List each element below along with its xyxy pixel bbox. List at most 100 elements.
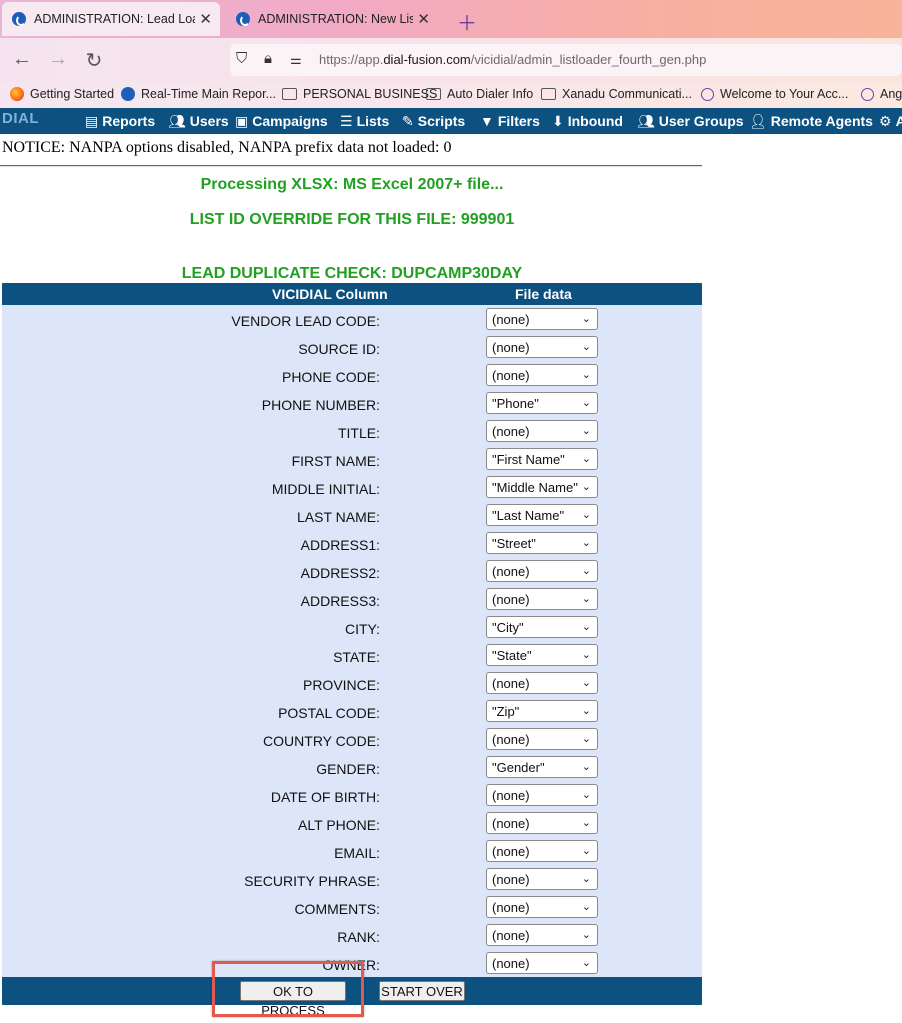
file-column-select[interactable]: "Zip" ⌄	[486, 700, 598, 722]
bookmark-ang[interactable]: Ang	[861, 87, 902, 101]
mapping-row: GENDER: "Gender" ⌄	[2, 755, 702, 783]
file-column-select[interactable]: (none) ⌄	[486, 672, 598, 694]
menu-lists[interactable]: ☰ Lists	[340, 113, 389, 130]
menu-user-groups[interactable]: 👥︎ User Groups	[637, 113, 744, 130]
mapping-row: ALT PHONE: (none) ⌄	[2, 811, 702, 839]
mapping-row: SECURITY PHRASE: (none) ⌄	[2, 867, 702, 895]
file-column-select[interactable]: "Street" ⌄	[486, 532, 598, 554]
mapping-row: COUNTRY CODE: (none) ⌄	[2, 727, 702, 755]
file-column-select[interactable]: (none) ⌄	[486, 308, 598, 330]
file-column-select[interactable]: (none) ⌄	[486, 896, 598, 918]
chevron-down-icon: ⌄	[581, 845, 591, 857]
file-column-select[interactable]: (none) ⌄	[486, 840, 598, 862]
file-column-select[interactable]: "First Name" ⌄	[486, 448, 598, 470]
processing-message: Processing XLSX: MS Excel 2007+ file...	[200, 176, 504, 193]
permissions-icon[interactable]: ⚌	[290, 52, 302, 68]
file-column-select[interactable]: (none) ⌄	[486, 336, 598, 358]
select-value: (none)	[492, 788, 530, 803]
browser-nav-bar: ← → ↻ ⛉ 🔒︎ ⚌ https://app.dial-fusion.com…	[0, 38, 902, 82]
field-label: COMMENTS:	[294, 901, 380, 917]
close-tab-icon[interactable]: ✕	[199, 10, 212, 28]
file-column-select[interactable]: (none) ⌄	[486, 868, 598, 890]
file-column-select[interactable]: (none) ⌄	[486, 952, 598, 974]
lists-icon: ☰	[340, 113, 353, 129]
menu-admin[interactable]: ⚙ A	[879, 113, 902, 130]
chevron-down-icon: ⌄	[581, 369, 591, 381]
folder-icon	[282, 88, 297, 100]
file-column-select[interactable]: "Last Name" ⌄	[486, 504, 598, 526]
file-column-select[interactable]: "State" ⌄	[486, 644, 598, 666]
field-label: SOURCE ID:	[298, 341, 380, 357]
select-value: (none)	[492, 592, 530, 607]
file-column-select[interactable]: (none) ⌄	[486, 420, 598, 442]
bookmarks-bar: Getting Started Real-Time Main Repor... …	[0, 82, 902, 108]
campaigns-icon: ▣	[235, 113, 249, 129]
address-bar[interactable]: ⛉ 🔒︎ ⚌ https://app.dial-fusion.com/vicid…	[230, 44, 902, 76]
chevron-down-icon: ⌄	[581, 901, 591, 913]
file-column-select[interactable]: "Gender" ⌄	[486, 756, 598, 778]
file-column-select[interactable]: (none) ⌄	[486, 588, 598, 610]
field-label: STATE:	[333, 649, 380, 665]
chevron-down-icon: ⌄	[581, 789, 591, 801]
chevron-down-icon: ⌄	[581, 397, 591, 409]
field-label: CITY:	[344, 621, 380, 637]
bookmark-auto-dialer-info[interactable]: Auto Dialer Info	[426, 87, 533, 101]
lock-icon[interactable]: 🔒︎	[264, 50, 272, 67]
mapping-row: RANK: (none) ⌄	[2, 923, 702, 951]
reload-icon[interactable]: ↻	[82, 48, 106, 73]
chevron-down-icon: ⌄	[581, 957, 591, 969]
field-label: RANK:	[337, 929, 380, 945]
chevron-down-icon: ⌄	[581, 873, 591, 885]
select-value: (none)	[492, 816, 530, 831]
chevron-down-icon: ⌄	[581, 677, 591, 689]
menu-users[interactable]: 👥︎ Users	[168, 113, 229, 130]
bookmark-getting-started[interactable]: Getting Started	[10, 87, 114, 101]
file-column-select[interactable]: "City" ⌄	[486, 616, 598, 638]
user-groups-icon: 👥︎	[637, 113, 655, 129]
file-column-select[interactable]: (none) ⌄	[486, 812, 598, 834]
menu-scripts[interactable]: ✎ Scripts	[402, 113, 465, 130]
select-value: "State"	[492, 648, 532, 663]
remote-agents-icon: 👤︎	[749, 113, 767, 129]
field-label: PHONE CODE:	[281, 369, 380, 385]
bookmark-welcome[interactable]: Welcome to Your Acc...	[701, 87, 848, 101]
field-label: FIRST NAME:	[291, 453, 380, 469]
file-column-select[interactable]: "Middle Name" ⌄	[486, 476, 598, 498]
bookmark-xanadu[interactable]: Xanadu Communicati...	[541, 87, 692, 101]
close-tab-icon[interactable]: ✕	[417, 10, 430, 28]
select-value: (none)	[492, 564, 530, 579]
mapping-row: MIDDLE INITIAL: "Middle Name" ⌄	[2, 475, 702, 503]
menu-reports[interactable]: ▤ Reports	[85, 113, 155, 130]
file-column-select[interactable]: "Phone" ⌄	[486, 392, 598, 414]
bookmark-personal-business[interactable]: PERSONAL BUSINESS	[282, 87, 437, 101]
forward-arrow-icon[interactable]: →	[46, 48, 70, 71]
menu-filters[interactable]: ▼ Filters	[480, 113, 540, 129]
file-column-select[interactable]: (none) ⌄	[486, 364, 598, 386]
url-text[interactable]: https://app.dial-fusion.com/vicidial/adm…	[319, 52, 706, 67]
file-column-select[interactable]: (none) ⌄	[486, 560, 598, 582]
file-column-select[interactable]: (none) ⌄	[486, 924, 598, 946]
shield-icon[interactable]: ⛉	[236, 50, 247, 67]
file-column-select[interactable]: (none) ⌄	[486, 728, 598, 750]
field-label: PHONE NUMBER:	[261, 397, 380, 413]
new-tab-icon[interactable]: ＋	[457, 7, 477, 36]
tab-lead-loader[interactable]: ADMINISTRATION: Lead Loader ✕	[2, 2, 220, 36]
duplicate-check-message: LEAD DUPLICATE CHECK: DUPCAMP30DAY	[181, 265, 523, 282]
dial-fusion-logo[interactable]: DIAL	[2, 110, 39, 127]
field-label: POSTAL CODE:	[278, 705, 380, 721]
start-over-button[interactable]: START OVER	[379, 981, 465, 1001]
dial-fusion-favicon-icon	[121, 87, 135, 101]
tab-new-list[interactable]: ADMINISTRATION: New List Ad ✕	[226, 2, 438, 36]
menu-remote-agents[interactable]: 👤︎ Remote Agents	[749, 113, 873, 130]
select-value: (none)	[492, 368, 530, 383]
chevron-down-icon: ⌄	[581, 929, 591, 941]
menu-campaigns[interactable]: ▣ Campaigns	[235, 113, 328, 130]
file-column-select[interactable]: (none) ⌄	[486, 784, 598, 806]
mapping-row: ADDRESS3: (none) ⌄	[2, 587, 702, 615]
folder-icon	[541, 88, 556, 100]
bookmark-real-time-report[interactable]: Real-Time Main Repor...	[121, 87, 276, 101]
select-value: (none)	[492, 844, 530, 859]
menu-inbound[interactable]: ⬇ Inbound	[552, 113, 623, 130]
back-arrow-icon[interactable]: ←	[10, 48, 34, 71]
mapping-row: ADDRESS1: "Street" ⌄	[2, 531, 702, 559]
